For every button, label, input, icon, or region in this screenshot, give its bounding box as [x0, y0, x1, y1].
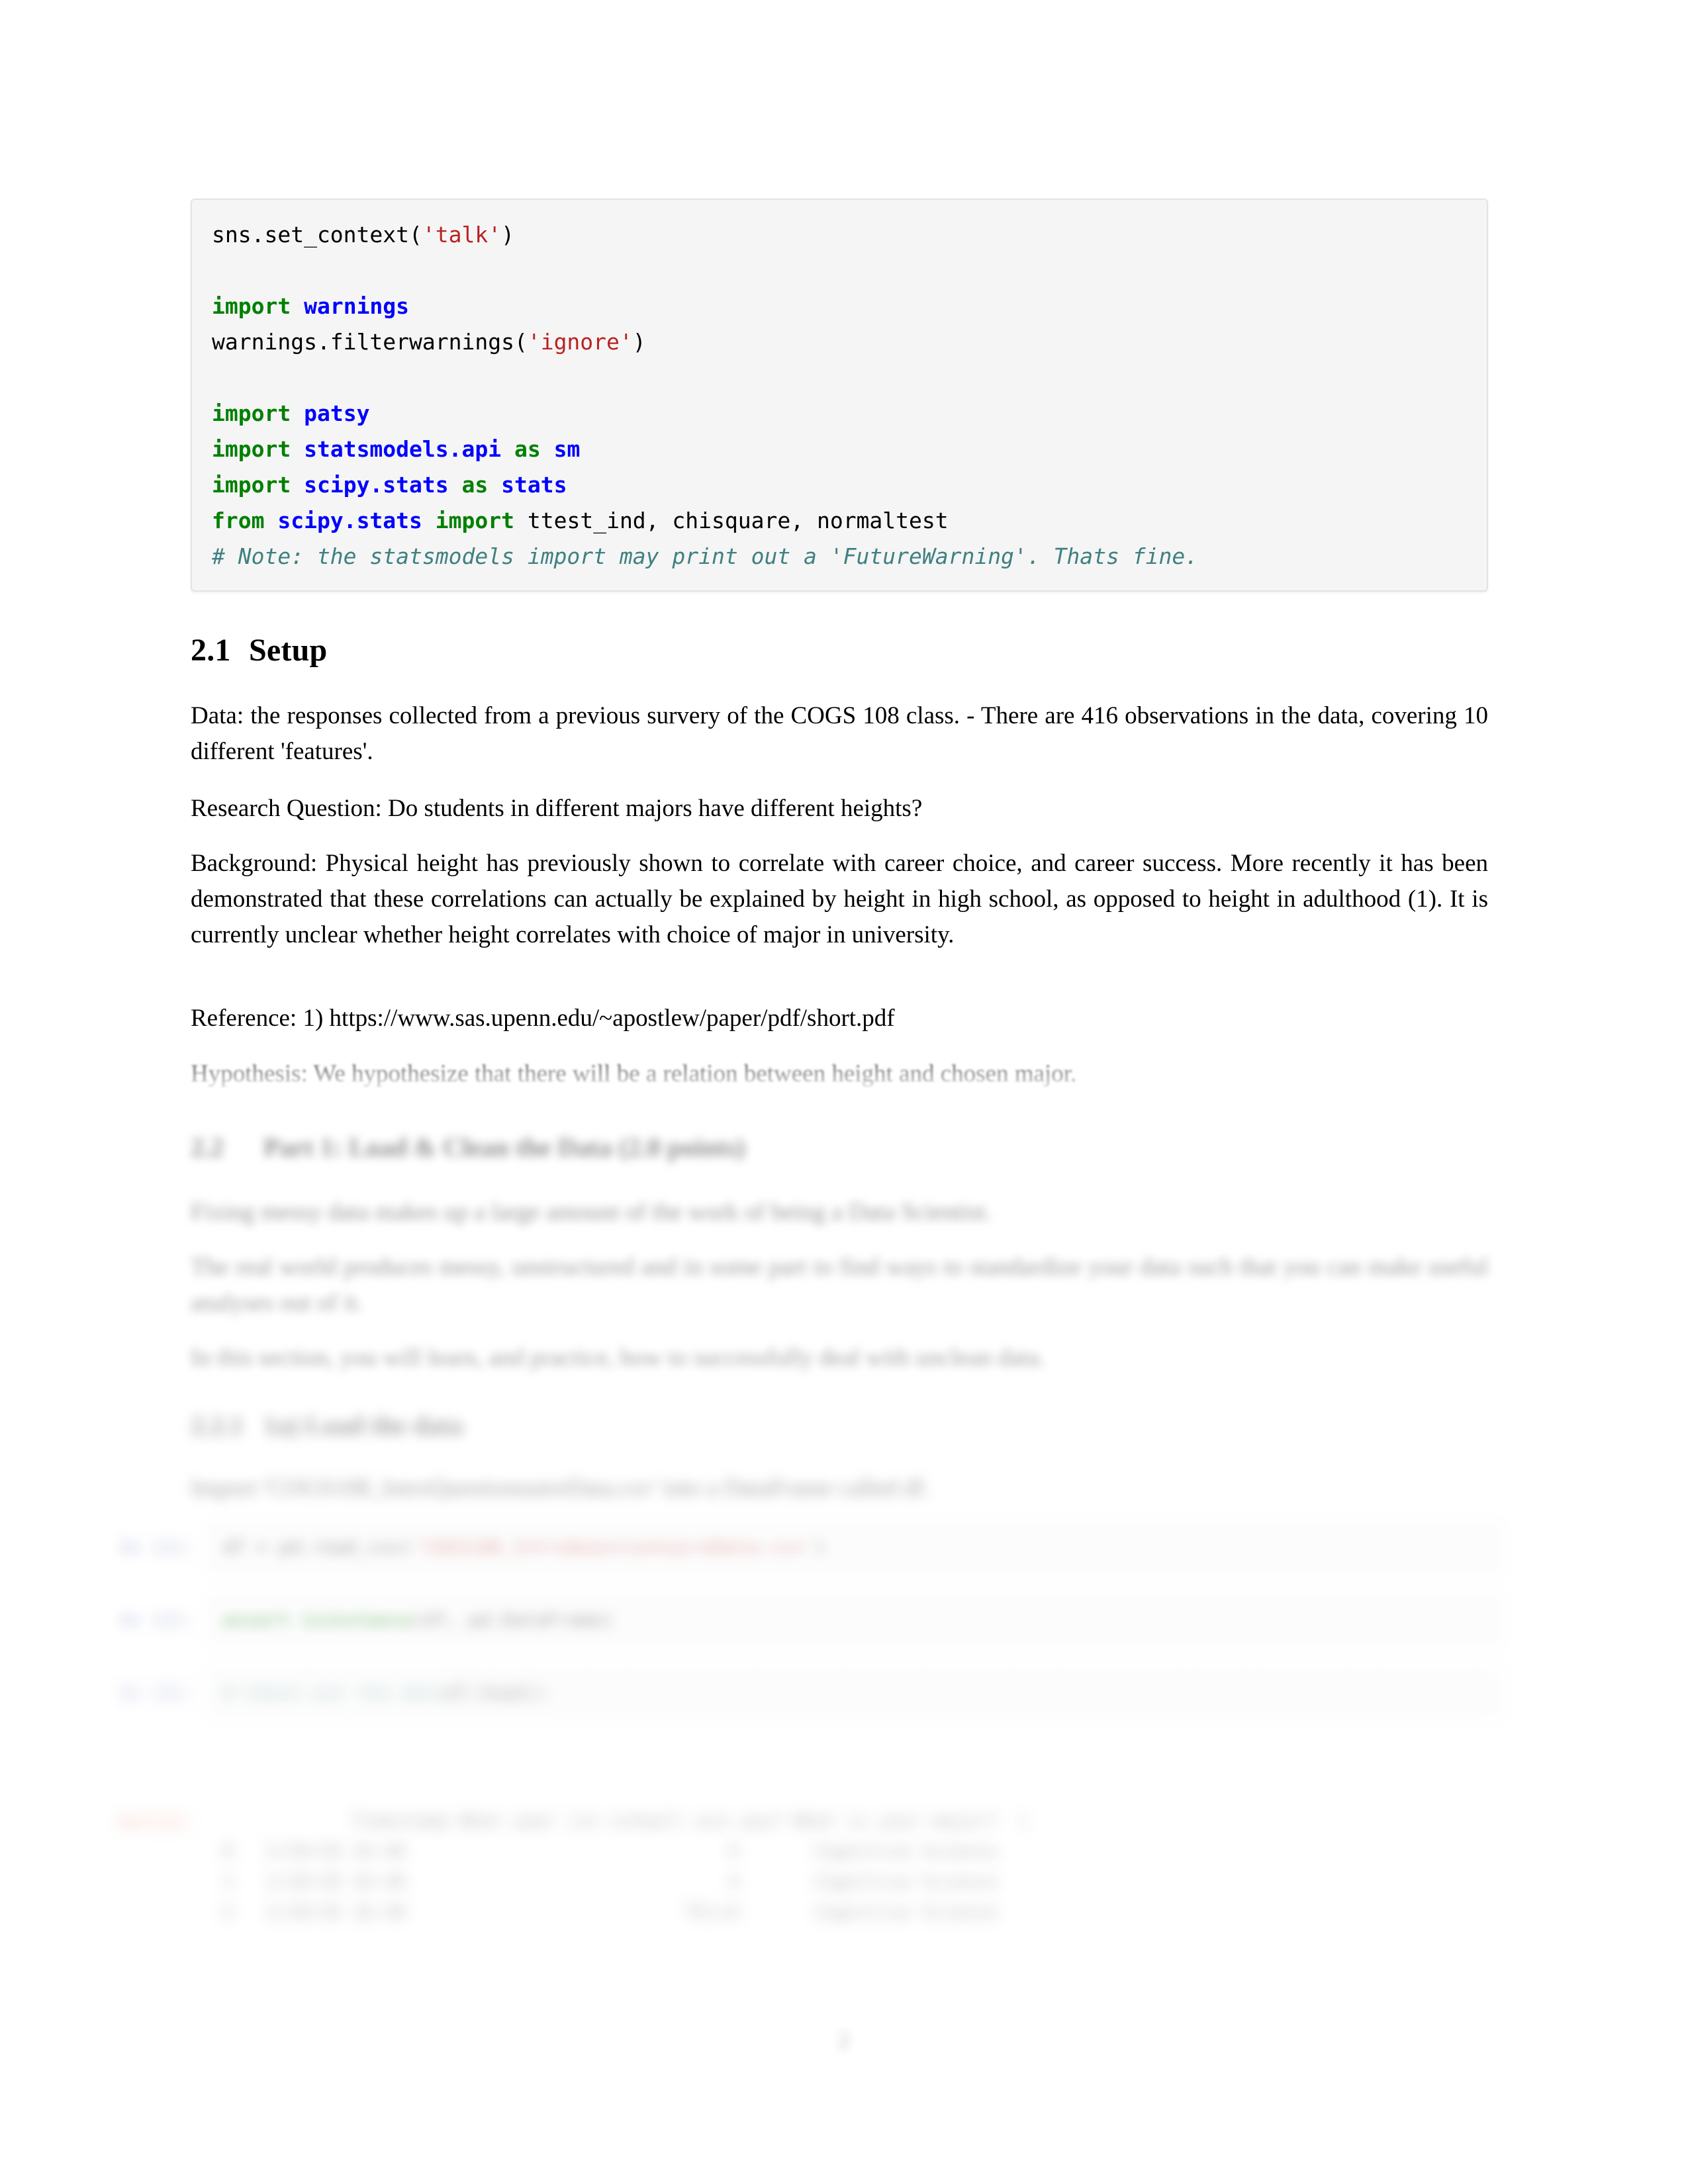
code-token: )	[501, 222, 514, 248]
code-token: as	[461, 472, 489, 498]
section-title-part1: Part 1: Load & Clean the Data (2.0 point…	[263, 1132, 745, 1162]
cell-source-in-3[interactable]: # Check out the datadf.head()	[207, 1668, 1503, 1718]
cell-source-in-1[interactable]: df = pd.read_csv('COGS108_IntroQuestionn…	[207, 1522, 1503, 1572]
code-token: import	[212, 293, 291, 319]
code-token: pd.read_csv(	[279, 1536, 413, 1558]
cell-source-in-2[interactable]: assert isinstance(df, pd.DataFrame)	[207, 1595, 1503, 1645]
paragraph-part1-c: In this section, you will learn, and pra…	[191, 1344, 1045, 1371]
code-token: import	[212, 400, 291, 426]
section-heading-setup: 2.1 Setup	[191, 632, 1488, 669]
code-token: scipy.stats	[277, 508, 422, 533]
paragraph-data: Data: the responses collected from a pre…	[191, 702, 1488, 765]
subsection-title: 1a) Load the data	[263, 1410, 463, 1440]
paragraph-research-question: Research Question: Do students in differ…	[191, 795, 923, 822]
code-token: statsmodels.api	[304, 436, 502, 462]
code-token: ttest_ind, chisquare, normaltest	[514, 508, 949, 533]
document-page: sns.set_context('talk') import warnings w…	[0, 0, 1688, 2184]
paragraph-hypothesis: Hypothesis: We hypothesize that there wi…	[191, 1060, 1077, 1087]
code-token: # Check out the data	[223, 1682, 447, 1704]
code-line: assert isinstance(df, pd.DataFrame)	[223, 1609, 614, 1631]
code-token: sns.set_context(	[212, 222, 422, 248]
code-token: (df, pd.DataFrame)	[412, 1609, 614, 1631]
code-line: import scipy.stats as stats	[212, 467, 1467, 503]
code-token: 'ignore'	[527, 329, 633, 355]
code-block-imports: sns.set_context('talk') import warnings w…	[191, 199, 1488, 592]
code-line: df = pd.read_csv('COGS108_IntroQuestionn…	[223, 1536, 825, 1558]
section-number: 2.1	[191, 633, 231, 668]
dataframe-row: 2 1/10/18 16:40 Third Cognitive Science	[222, 1902, 998, 1923]
code-token: 'talk'	[422, 222, 502, 248]
cell-prompt-out-3: Out[3]:	[119, 1812, 195, 1833]
code-token: import	[435, 508, 514, 533]
code-token: # Note: the statsmodels import may print…	[212, 543, 1199, 569]
page-number: 2	[838, 2028, 850, 2053]
dataframe-row: 0 1/10/18 16:40 4 Cognitive Science	[222, 1841, 998, 1862]
code-line: df.head()	[446, 1682, 547, 1704]
paragraph-part1-a: Fixing messy data makes up a large amoun…	[191, 1199, 992, 1226]
code-line: warnings.filterwarnings('ignore')	[212, 324, 1467, 360]
paragraph-import-instruction: Import 'COGS108_IntroQuestionnaireData.c…	[191, 1475, 930, 1502]
section-heading-part1: 2.2 Part 1: Load & Clean the Data (2.0 po…	[191, 1132, 1488, 1163]
paragraph-reference: Reference: 1) https://www.sas.upenn.edu/…	[191, 1005, 895, 1032]
code-token: assert	[223, 1609, 291, 1631]
code-line: from scipy.stats import ttest_ind, chisq…	[212, 503, 1467, 539]
notebook-cell-out-3: Out[3]: Timestamp What year (in school) …	[119, 1797, 1503, 1937]
code-token: patsy	[304, 400, 370, 426]
code-token: warnings.filterwarnings(	[212, 329, 528, 355]
code-line: import statsmodels.api as sm	[212, 432, 1467, 467]
subsection-heading-load-data: 2.2.1 1a) Load the data	[191, 1410, 1488, 1441]
dataframe-output-table: Timestamp What year (in school) are you?…	[207, 1797, 1503, 1937]
code-token: warnings	[304, 293, 410, 319]
code-token: stats	[501, 472, 567, 498]
paragraph-part1-b: The real world produces messy, unstructu…	[191, 1253, 1488, 1316]
code-token: isinstance	[301, 1609, 413, 1631]
dataframe-row: Timestamp What year (in school) are you?…	[222, 1811, 1030, 1831]
code-token: 'COGS108_IntroQuestionnaireData.csv'	[412, 1536, 815, 1558]
section-title: Setup	[249, 633, 328, 668]
section-number-part1: 2.2	[191, 1132, 224, 1162]
cell-prompt-in-2: In [2]:	[119, 1610, 195, 1631]
cell-prompt-in-3: In [3]:	[119, 1683, 195, 1704]
notebook-cell-in-2[interactable]: In [2]: assert isinstance(df, pd.DataFra…	[119, 1595, 1503, 1645]
code-token: )	[814, 1536, 826, 1558]
code-token: )	[632, 329, 646, 355]
notebook-cell-in-1[interactable]: In [1]: df = pd.read_csv('COGS108_IntroQ…	[119, 1522, 1503, 1572]
code-token: from	[212, 508, 265, 533]
code-line: import warnings	[212, 289, 1467, 324]
cell-prompt-in-1: In [1]:	[119, 1537, 195, 1558]
code-line: import patsy	[212, 396, 1467, 432]
code-token: import	[212, 436, 291, 462]
notebook-cell-in-3[interactable]: In [3]: # Check out the datadf.head()	[119, 1668, 1503, 1718]
code-token: df	[223, 1536, 257, 1558]
code-line: sns.set_context('talk')	[212, 217, 1467, 253]
paragraph-background: Background: Physical height has previous…	[191, 850, 1488, 948]
code-token: import	[212, 472, 291, 498]
code-token: as	[514, 436, 541, 462]
code-token: scipy.stats	[304, 472, 449, 498]
code-line: # Note: the statsmodels import may print…	[212, 539, 1467, 574]
code-token: sm	[553, 436, 581, 462]
dataframe-row: 1 1/10/18 16:40 4 Cognitive Science	[222, 1872, 998, 1892]
code-line: # Check out the data	[223, 1682, 446, 1704]
code-token: =	[256, 1536, 279, 1558]
code-token: df.head()	[446, 1682, 547, 1704]
subsection-number: 2.2.1	[191, 1410, 244, 1440]
